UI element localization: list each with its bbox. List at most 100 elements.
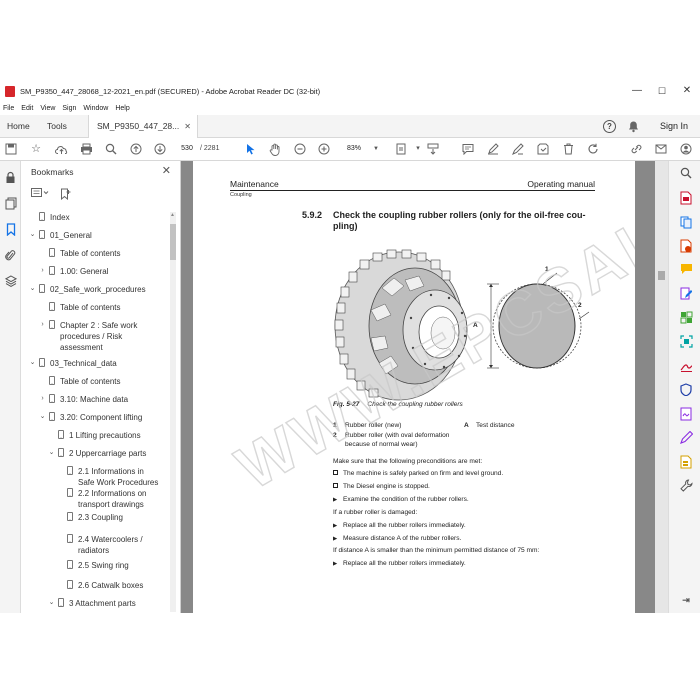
tab-home[interactable]: Home <box>7 115 30 138</box>
bookmark-item[interactable]: 2.4 Watercoolers / radiators <box>56 534 161 556</box>
chevron-down-icon[interactable]: ⌄ <box>47 448 56 458</box>
combine-files-icon[interactable] <box>679 215 693 229</box>
procedure-line-text: Make sure that the following preconditio… <box>333 458 483 465</box>
notifications-bell-icon[interactable] <box>627 120 640 133</box>
minimize-button[interactable]: — <box>630 84 644 98</box>
bookmark-item[interactable]: 2.3 Coupling <box>56 512 161 523</box>
document-scrollbar[interactable] <box>655 161 668 613</box>
layers-icon[interactable] <box>4 275 17 288</box>
bookmarks-panel-icon[interactable] <box>4 223 17 237</box>
bookmarks-scrollbar[interactable]: ▲ <box>170 212 176 612</box>
page-fit-icon[interactable] <box>394 142 408 156</box>
menu-window[interactable]: Window <box>83 105 108 112</box>
highlight-pen-icon[interactable] <box>486 142 500 156</box>
menu-sign[interactable]: Sign <box>62 105 76 112</box>
bookmark-item[interactable]: 2.1 Informations in Safe Work Procedures <box>56 466 161 488</box>
scroll-up-arrow-icon[interactable]: ▲ <box>170 212 175 218</box>
select-tool-cursor-icon[interactable] <box>244 142 258 156</box>
tab-close-button[interactable]: ✕ <box>184 122 191 131</box>
bookmark-item[interactable]: › 3.10: Machine data <box>38 394 161 405</box>
add-bookmark-icon[interactable] <box>60 188 71 202</box>
page-number-input[interactable]: 530 <box>177 143 197 155</box>
header-divider <box>230 190 595 191</box>
comment-icon[interactable] <box>461 142 475 156</box>
menu-view[interactable]: View <box>40 105 55 112</box>
help-icon[interactable]: ? <box>603 120 616 133</box>
bookmark-item[interactable]: 2.2 Informations on transport drawings <box>56 488 161 510</box>
bookmark-item[interactable]: ⌄ 2 Uppercarriage parts <box>47 448 161 459</box>
zoom-out-icon[interactable] <box>293 142 307 156</box>
draw-sign-icon[interactable] <box>511 142 525 156</box>
tab-tools[interactable]: Tools <box>47 115 67 138</box>
bookmark-item[interactable]: ⌄ 3 Attachment parts <box>47 598 161 609</box>
attachments-paperclip-icon[interactable] <box>4 249 17 262</box>
hand-tool-icon[interactable] <box>268 142 282 156</box>
more-tools-wrench-icon[interactable] <box>679 479 693 493</box>
chevron-right-icon[interactable]: › <box>38 394 47 404</box>
print-icon[interactable] <box>79 142 93 156</box>
bookmarks-scroll-thumb[interactable] <box>170 224 176 260</box>
bookmark-item[interactable]: Table of contents <box>38 376 161 387</box>
tab-document[interactable]: SM_P9350_447_28... ✕ <box>88 115 198 139</box>
bookmark-item[interactable]: 2.5 Swing ring <box>56 560 161 571</box>
chevron-right-icon[interactable]: › <box>38 266 47 276</box>
bookmark-item[interactable]: Table of contents <box>38 302 161 313</box>
close-window-button[interactable]: ✕ <box>680 84 694 98</box>
chevron-right-icon[interactable]: › <box>38 320 47 330</box>
cloud-upload-icon[interactable] <box>54 142 68 156</box>
save-icon[interactable] <box>4 142 18 156</box>
page-up-icon[interactable] <box>129 142 143 156</box>
account-user-icon[interactable] <box>679 142 693 156</box>
bookmark-options-icon[interactable] <box>31 188 49 202</box>
fill-sign-icon[interactable] <box>679 359 693 373</box>
email-icon[interactable] <box>654 142 668 156</box>
chevron-down-icon[interactable]: ⌄ <box>38 412 47 422</box>
bookmark-item[interactable]: › 1.00: General <box>38 266 161 277</box>
rotate-icon[interactable] <box>586 142 600 156</box>
menu-file[interactable]: File <box>3 105 14 112</box>
lock-security-icon[interactable] <box>4 171 17 184</box>
bookmark-item[interactable]: 1 Lifting precautions <box>47 430 161 441</box>
bookmark-item[interactable]: ⌄ 03_Technical_data <box>28 358 161 369</box>
chevron-down-icon[interactable]: ⌄ <box>28 358 37 368</box>
scan-ocr-icon[interactable] <box>679 335 693 349</box>
bookmark-item[interactable]: ⌄ 3.20: Component lifting <box>38 412 161 423</box>
bookmark-item[interactable]: Table of contents <box>38 248 161 259</box>
bookmark-item[interactable]: ⌄ 02_Safe_work_procedures <box>28 284 161 295</box>
page-thumbnails-icon[interactable] <box>4 197 17 210</box>
delete-trash-icon[interactable] <box>561 142 575 156</box>
search-icon[interactable] <box>104 142 118 156</box>
bookmark-item[interactable]: ⌄ 01_General <box>28 230 161 241</box>
send-for-signature-icon[interactable] <box>679 407 693 421</box>
chevron-down-icon[interactable]: ⌄ <box>28 230 37 240</box>
chevron-down-icon[interactable]: ⌄ <box>47 598 56 608</box>
zoom-select[interactable]: 83% ▼ <box>340 143 382 155</box>
bookmark-item[interactable]: 2.6 Catwalk boxes <box>56 580 161 591</box>
zoom-search-icon[interactable] <box>679 167 693 181</box>
bookmark-item[interactable]: Index <box>28 212 161 223</box>
collapse-rail-icon[interactable]: ⇥ <box>679 593 693 607</box>
stamp-icon[interactable] <box>536 142 550 156</box>
bookmark-item[interactable]: › Chapter 2 : Safe work procedures / Risk… <box>38 320 161 353</box>
document-scroll-thumb[interactable] <box>658 271 665 280</box>
sign-in-link[interactable]: Sign In <box>660 115 688 138</box>
edit-pdf-icon[interactable] <box>679 287 693 301</box>
maximize-button[interactable]: ☐ <box>655 84 669 98</box>
scroll-mode-icon[interactable] <box>426 142 440 156</box>
page-down-icon[interactable] <box>153 142 167 156</box>
bookmark-star-icon[interactable]: ☆ <box>29 142 43 156</box>
organize-pages-icon[interactable] <box>679 311 693 325</box>
sign-pen-icon[interactable] <box>679 430 693 445</box>
export-pdf-icon[interactable] <box>679 239 693 253</box>
zoom-in-icon[interactable] <box>317 142 331 156</box>
create-pdf-icon[interactable] <box>679 191 693 205</box>
page-fit-chevron-icon[interactable]: ▾ <box>411 142 425 156</box>
link-edit-icon[interactable] <box>629 142 643 156</box>
chevron-down-icon[interactable]: ⌄ <box>28 284 37 294</box>
menu-help[interactable]: Help <box>115 105 129 112</box>
menu-edit[interactable]: Edit <box>21 105 33 112</box>
close-panel-button[interactable]: ✕ <box>162 164 171 177</box>
comment-tool-icon[interactable] <box>679 263 693 277</box>
protect-shield-icon[interactable] <box>679 383 693 397</box>
prepare-form-icon[interactable] <box>679 455 693 469</box>
